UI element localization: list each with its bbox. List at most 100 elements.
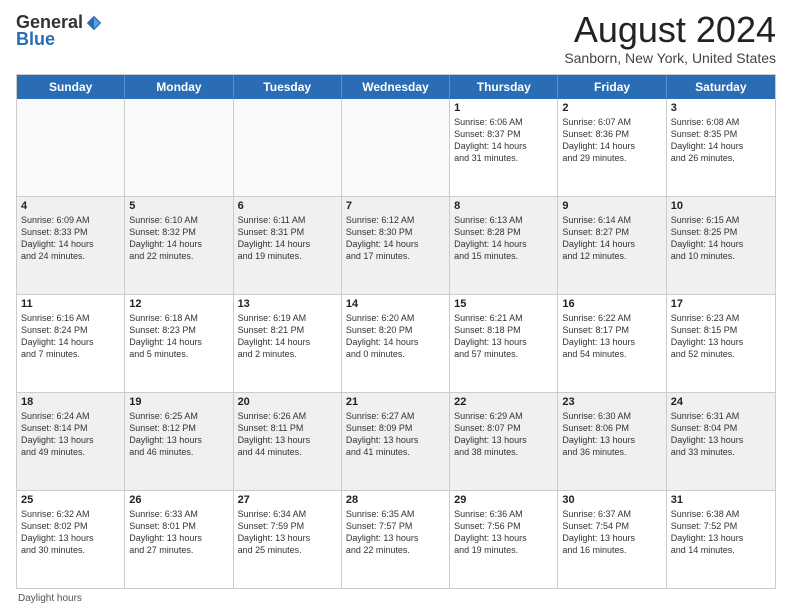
calendar-week-row: 11Sunrise: 6:16 AM Sunset: 8:24 PM Dayli… bbox=[17, 295, 775, 393]
day-info: Sunrise: 6:36 AM Sunset: 7:56 PM Dayligh… bbox=[454, 508, 553, 557]
day-number: 5 bbox=[129, 200, 228, 212]
day-info: Sunrise: 6:10 AM Sunset: 8:32 PM Dayligh… bbox=[129, 214, 228, 263]
day-info: Sunrise: 6:37 AM Sunset: 7:54 PM Dayligh… bbox=[562, 508, 661, 557]
calendar-cell: 7 Sunrise: 6:12 AM Sunset: 8:30 PM Daylig… bbox=[342, 197, 450, 294]
calendar-cell: 24 Sunrise: 6:31 AM Sunset: 8:04 PM Dayli… bbox=[667, 393, 775, 490]
calendar-cell: 23 Sunrise: 6:30 AM Sunset: 8:06 PM Dayli… bbox=[558, 393, 666, 490]
day-info: Sunrise: 6:08 AM Sunset: 8:35 PM Dayligh… bbox=[671, 116, 771, 165]
day-number: 20 bbox=[238, 396, 337, 408]
footer-note: Daylight hours bbox=[16, 593, 776, 604]
day-info: Sunrise: 6:07 AM Sunset: 8:36 PM Dayligh… bbox=[562, 116, 661, 165]
day-number: 12 bbox=[129, 298, 228, 310]
calendar-cell: 31 Sunrise: 6:38 AM Sunset: 7:52 PM Dayli… bbox=[667, 491, 775, 588]
calendar-cell: 19 Sunrise: 6:25 AM Sunset: 8:12 PM Dayli… bbox=[125, 393, 233, 490]
day-info: Sunrise: 6:35 AM Sunset: 7:57 PM Dayligh… bbox=[346, 508, 445, 557]
day-number: 13 bbox=[238, 298, 337, 310]
day-info: Sunrise: 6:32 AM Sunset: 8:02 PM Dayligh… bbox=[21, 508, 120, 557]
calendar-cell: 3 Sunrise: 6:08 AM Sunset: 8:35 PM Daylig… bbox=[667, 99, 775, 196]
calendar: SundayMondayTuesdayWednesdayThursdayFrid… bbox=[16, 74, 776, 589]
calendar-cell: 8 Sunrise: 6:13 AM Sunset: 8:28 PM Daylig… bbox=[450, 197, 558, 294]
calendar-header-cell: Saturday bbox=[667, 75, 775, 99]
day-number: 27 bbox=[238, 494, 337, 506]
day-number: 16 bbox=[562, 298, 661, 310]
day-info: Sunrise: 6:25 AM Sunset: 8:12 PM Dayligh… bbox=[129, 410, 228, 459]
day-info: Sunrise: 6:30 AM Sunset: 8:06 PM Dayligh… bbox=[562, 410, 661, 459]
calendar-cell: 18 Sunrise: 6:24 AM Sunset: 8:14 PM Dayli… bbox=[17, 393, 125, 490]
day-info: Sunrise: 6:18 AM Sunset: 8:23 PM Dayligh… bbox=[129, 312, 228, 361]
day-number: 1 bbox=[454, 102, 553, 114]
calendar-body: 1 Sunrise: 6:06 AM Sunset: 8:37 PM Daylig… bbox=[17, 99, 775, 588]
day-info: Sunrise: 6:23 AM Sunset: 8:15 PM Dayligh… bbox=[671, 312, 771, 361]
calendar-cell: 13 Sunrise: 6:19 AM Sunset: 8:21 PM Dayli… bbox=[234, 295, 342, 392]
day-info: Sunrise: 6:27 AM Sunset: 8:09 PM Dayligh… bbox=[346, 410, 445, 459]
day-number: 19 bbox=[129, 396, 228, 408]
calendar-cell: 26 Sunrise: 6:33 AM Sunset: 8:01 PM Dayli… bbox=[125, 491, 233, 588]
day-number: 8 bbox=[454, 200, 553, 212]
calendar-cell: 4 Sunrise: 6:09 AM Sunset: 8:33 PM Daylig… bbox=[17, 197, 125, 294]
day-number: 7 bbox=[346, 200, 445, 212]
day-number: 18 bbox=[21, 396, 120, 408]
day-number: 26 bbox=[129, 494, 228, 506]
day-info: Sunrise: 6:09 AM Sunset: 8:33 PM Dayligh… bbox=[21, 214, 120, 263]
calendar-cell: 30Sunrise: 6:37 AM Sunset: 7:54 PM Dayli… bbox=[558, 491, 666, 588]
calendar-cell: 5 Sunrise: 6:10 AM Sunset: 8:32 PM Daylig… bbox=[125, 197, 233, 294]
day-number: 24 bbox=[671, 396, 771, 408]
calendar-header-cell: Tuesday bbox=[234, 75, 342, 99]
calendar-cell: 17 Sunrise: 6:23 AM Sunset: 8:15 PM Dayli… bbox=[667, 295, 775, 392]
calendar-cell: 2Sunrise: 6:07 AM Sunset: 8:36 PM Daylig… bbox=[558, 99, 666, 196]
day-number: 23 bbox=[562, 396, 661, 408]
calendar-header-cell: Monday bbox=[125, 75, 233, 99]
day-info: Sunrise: 6:14 AM Sunset: 8:27 PM Dayligh… bbox=[562, 214, 661, 263]
day-number: 25 bbox=[21, 494, 120, 506]
day-number: 22 bbox=[454, 396, 553, 408]
day-info: Sunrise: 6:29 AM Sunset: 8:07 PM Dayligh… bbox=[454, 410, 553, 459]
day-info: Sunrise: 6:38 AM Sunset: 7:52 PM Dayligh… bbox=[671, 508, 771, 557]
day-number: 31 bbox=[671, 494, 771, 506]
day-info: Sunrise: 6:12 AM Sunset: 8:30 PM Dayligh… bbox=[346, 214, 445, 263]
calendar-cell bbox=[17, 99, 125, 196]
logo: General Blue bbox=[16, 12, 103, 50]
day-info: Sunrise: 6:24 AM Sunset: 8:14 PM Dayligh… bbox=[21, 410, 120, 459]
calendar-cell bbox=[234, 99, 342, 196]
day-number: 15 bbox=[454, 298, 553, 310]
calendar-cell: 25 Sunrise: 6:32 AM Sunset: 8:02 PM Dayli… bbox=[17, 491, 125, 588]
calendar-cell: 29Sunrise: 6:36 AM Sunset: 7:56 PM Dayli… bbox=[450, 491, 558, 588]
day-info: Sunrise: 6:13 AM Sunset: 8:28 PM Dayligh… bbox=[454, 214, 553, 263]
day-info: Sunrise: 6:21 AM Sunset: 8:18 PM Dayligh… bbox=[454, 312, 553, 361]
calendar-cell bbox=[342, 99, 450, 196]
day-info: Sunrise: 6:06 AM Sunset: 8:37 PM Dayligh… bbox=[454, 116, 553, 165]
calendar-header-cell: Friday bbox=[558, 75, 666, 99]
logo-icon bbox=[85, 14, 103, 32]
day-info: Sunrise: 6:11 AM Sunset: 8:31 PM Dayligh… bbox=[238, 214, 337, 263]
day-number: 4 bbox=[21, 200, 120, 212]
day-info: Sunrise: 6:31 AM Sunset: 8:04 PM Dayligh… bbox=[671, 410, 771, 459]
day-number: 17 bbox=[671, 298, 771, 310]
calendar-week-row: 4 Sunrise: 6:09 AM Sunset: 8:33 PM Daylig… bbox=[17, 197, 775, 295]
day-number: 10 bbox=[671, 200, 771, 212]
calendar-cell: 12 Sunrise: 6:18 AM Sunset: 8:23 PM Dayli… bbox=[125, 295, 233, 392]
day-number: 9 bbox=[562, 200, 661, 212]
day-number: 28 bbox=[346, 494, 445, 506]
day-number: 3 bbox=[671, 102, 771, 114]
title-location: Sanborn, New York, United States bbox=[564, 50, 776, 66]
day-number: 6 bbox=[238, 200, 337, 212]
logo-blue-text: Blue bbox=[16, 29, 55, 50]
calendar-cell: 15 Sunrise: 6:21 AM Sunset: 8:18 PM Dayli… bbox=[450, 295, 558, 392]
day-info: Sunrise: 6:15 AM Sunset: 8:25 PM Dayligh… bbox=[671, 214, 771, 263]
day-info: Sunrise: 6:26 AM Sunset: 8:11 PM Dayligh… bbox=[238, 410, 337, 459]
calendar-cell bbox=[125, 99, 233, 196]
calendar-week-row: 18 Sunrise: 6:24 AM Sunset: 8:14 PM Dayli… bbox=[17, 393, 775, 491]
header: General Blue August 2024 Sanborn, New Yo… bbox=[16, 12, 776, 66]
day-info: Sunrise: 6:33 AM Sunset: 8:01 PM Dayligh… bbox=[129, 508, 228, 557]
day-info: Sunrise: 6:22 AM Sunset: 8:17 PM Dayligh… bbox=[562, 312, 661, 361]
calendar-week-row: 25 Sunrise: 6:32 AM Sunset: 8:02 PM Dayli… bbox=[17, 491, 775, 588]
day-info: Sunrise: 6:19 AM Sunset: 8:21 PM Dayligh… bbox=[238, 312, 337, 361]
calendar-cell: 6 Sunrise: 6:11 AM Sunset: 8:31 PM Daylig… bbox=[234, 197, 342, 294]
title-block: August 2024 Sanborn, New York, United St… bbox=[564, 12, 776, 66]
calendar-cell: 14Sunrise: 6:20 AM Sunset: 8:20 PM Dayli… bbox=[342, 295, 450, 392]
calendar-cell: 27Sunrise: 6:34 AM Sunset: 7:59 PM Dayli… bbox=[234, 491, 342, 588]
calendar-week-row: 1 Sunrise: 6:06 AM Sunset: 8:37 PM Daylig… bbox=[17, 99, 775, 197]
day-info: Sunrise: 6:20 AM Sunset: 8:20 PM Dayligh… bbox=[346, 312, 445, 361]
calendar-cell: 21Sunrise: 6:27 AM Sunset: 8:09 PM Dayli… bbox=[342, 393, 450, 490]
calendar-cell: 1 Sunrise: 6:06 AM Sunset: 8:37 PM Daylig… bbox=[450, 99, 558, 196]
